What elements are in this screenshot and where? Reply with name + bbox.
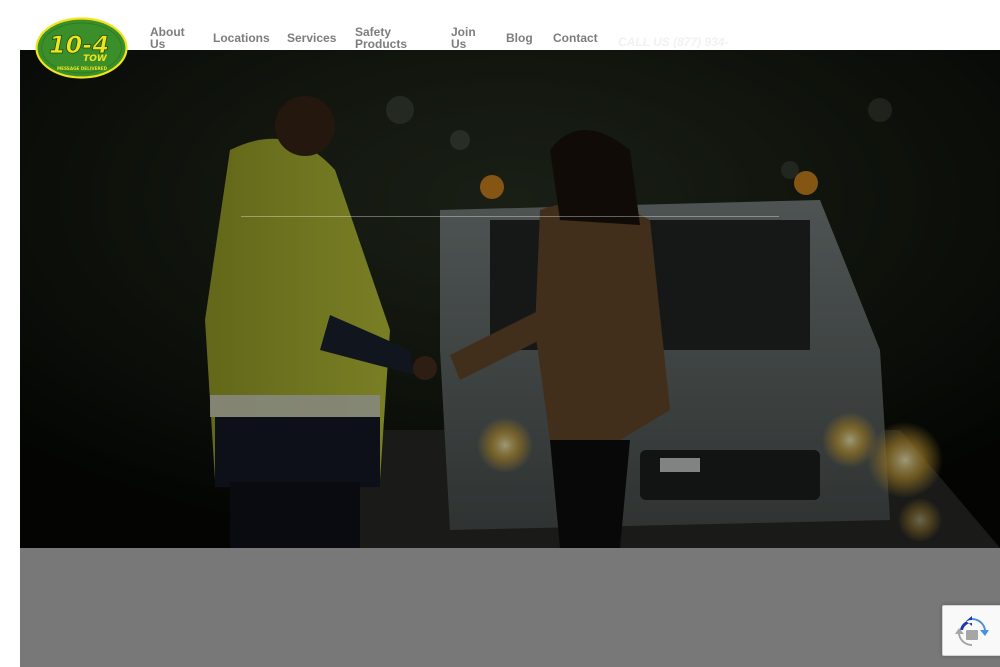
logo-tagline: MESSAGE DELIVERED	[57, 66, 108, 71]
logo-subtext: TOW	[83, 54, 108, 64]
site-header: About Us Locations Services Safety Produ…	[0, 0, 1000, 50]
nav-services[interactable]: Services	[287, 32, 336, 44]
logo-icon: 10-4 TOW MESSAGE DELIVERED	[35, 17, 128, 79]
nav-blog[interactable]: Blog	[506, 32, 533, 44]
content-section	[20, 548, 1000, 667]
logo[interactable]: 10-4 TOW MESSAGE DELIVERED	[35, 17, 128, 79]
nav-join-line2: Us	[451, 37, 467, 51]
nav-about-us[interactable]: About Us	[150, 26, 190, 50]
nav-safety-products[interactable]: Safety Products	[355, 26, 408, 51]
nav-join-us[interactable]: Join Us	[451, 26, 481, 50]
call-us-phone[interactable]: CALL US (877) 934-	[618, 36, 728, 48]
recaptcha-badge[interactable]	[942, 605, 1000, 656]
hero-section	[20, 50, 1000, 548]
nav-safety-line2: Products	[355, 37, 408, 51]
hero-divider	[241, 216, 779, 217]
recaptcha-icon	[955, 616, 989, 647]
nav-locations[interactable]: Locations	[213, 32, 270, 44]
nav-contact[interactable]: Contact	[553, 32, 598, 44]
nav-about-us-line2: Us	[150, 37, 166, 51]
hero-photo-icon	[20, 50, 1000, 548]
